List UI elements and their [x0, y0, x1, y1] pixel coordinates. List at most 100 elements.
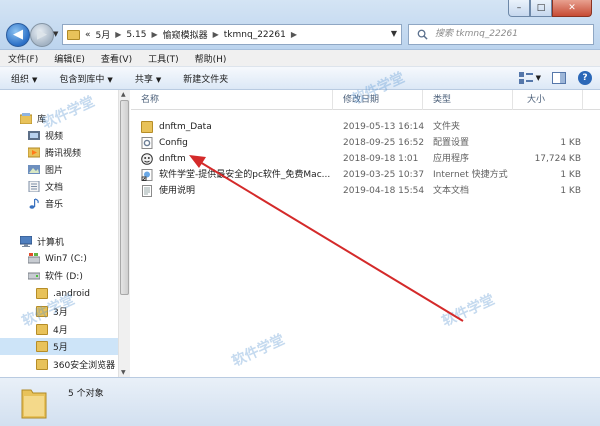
folder-icon [36, 359, 48, 370]
nav-folder-april[interactable]: 4月 [36, 321, 130, 338]
menu-help[interactable]: 帮助(H) [187, 52, 235, 65]
file-list-pane: 名称 修改日期 类型 大小 dnftm_Data 2019-05-13 16:1… [131, 90, 600, 377]
nav-drive-c[interactable]: Win7 (C:) [28, 250, 130, 267]
nav-label: .android [53, 288, 91, 299]
include-in-library-button[interactable]: 包含到库中 ▼ [48, 72, 123, 85]
nav-label: 计算机 [37, 238, 65, 248]
breadcrumb-item[interactable]: 5.15 [126, 30, 146, 40]
breadcrumb-item[interactable]: 愉窥模拟器 [163, 28, 208, 41]
nav-folder-360-browser[interactable]: 360安全浏览器 [36, 356, 130, 373]
search-icon [417, 29, 428, 40]
config-file-icon [141, 137, 153, 149]
folder-icon [67, 29, 80, 40]
nav-item-pictures[interactable]: 图片 [28, 161, 130, 178]
document-library-icon [28, 181, 40, 192]
column-headers: 名称 修改日期 类型 大小 [131, 90, 600, 110]
navigation-scrollbar[interactable]: ▲ ▼ [118, 90, 130, 377]
file-size: 1 KB [560, 170, 581, 180]
minimize-button[interactable]: – [508, 0, 530, 17]
chevron-down-icon: ▼ [107, 75, 113, 84]
share-button[interactable]: 共享 ▼ [124, 72, 172, 85]
nav-label: 视频 [45, 132, 64, 142]
scrollbar-thumb[interactable] [120, 100, 129, 295]
nav-library[interactable]: 库 [20, 110, 130, 127]
column-header-size[interactable]: 大小 [513, 90, 583, 110]
column-header-modified[interactable]: 修改日期 [333, 90, 423, 110]
back-button[interactable]: ◀ [6, 23, 30, 47]
view-dropdown-icon[interactable]: ▼ [536, 74, 541, 82]
file-name: Config [159, 138, 188, 148]
status-bar: 5 个对象 [0, 377, 600, 426]
folder-icon [36, 306, 48, 317]
chevron-right-icon[interactable]: ▶ [213, 30, 219, 39]
address-dropdown-icon[interactable]: ▼ [391, 29, 397, 38]
nav-folder-may[interactable]: 5月 [0, 338, 120, 355]
share-label: 共享 [134, 74, 153, 85]
scroll-down-icon[interactable]: ▼ [121, 369, 126, 376]
address-bar[interactable]: « 5月 ▶ 5.15 ▶ 愉窥模拟器 ▶ tkmnq_22261 ▶ ▼ [62, 24, 402, 45]
search-input[interactable]: 搜索 tkmnq_22261 [408, 24, 594, 45]
folder-icon [36, 324, 48, 335]
nav-label: 5月 [53, 343, 68, 353]
tencent-video-icon [28, 147, 40, 158]
file-name: dnftm [159, 154, 186, 164]
file-row[interactable]: Config 2018-09-25 16:52 配置设置 1 KB [141, 135, 589, 151]
menu-edit[interactable]: 编辑(E) [46, 52, 93, 65]
menu-tools[interactable]: 工具(T) [140, 52, 187, 65]
windows-drive-icon [28, 253, 40, 264]
nav-label: 音乐 [45, 200, 64, 210]
column-header-name[interactable]: 名称 [131, 90, 333, 110]
chevron-right-icon[interactable]: ▶ [115, 30, 121, 39]
maximize-button[interactable]: □ [530, 0, 552, 17]
library-icon [20, 113, 32, 124]
internet-shortcut-icon [141, 169, 153, 181]
file-row[interactable]: 使用说明 2019-04-18 15:54 文本文档 1 KB [141, 183, 589, 199]
breadcrumb-item[interactable]: 5月 [96, 28, 111, 41]
file-type: 文件夹 [433, 122, 461, 132]
nav-label: 腾讯视频 [45, 149, 82, 159]
file-row[interactable]: 软件学堂-提供最安全的pc软件_免费Mac... 2019-03-25 10:3… [141, 167, 589, 183]
column-header-type[interactable]: 类型 [423, 90, 513, 110]
nav-computer[interactable]: 计算机 [20, 233, 130, 250]
scroll-up-icon[interactable]: ▲ [121, 91, 126, 98]
nav-folder-march[interactable]: 3月 [36, 303, 130, 320]
chevron-down-icon: ▼ [155, 75, 162, 84]
new-folder-button[interactable]: 新建文件夹 [172, 72, 239, 85]
menu-view[interactable]: 查看(V) [93, 52, 140, 65]
computer-icon [20, 236, 32, 247]
breadcrumb-item[interactable]: tkmnq_22261 [224, 30, 286, 40]
recent-pages-dropdown[interactable]: ▼ [53, 30, 58, 38]
video-library-icon [28, 131, 40, 140]
file-size [523, 119, 581, 135]
nav-folder-android[interactable]: .android [36, 285, 130, 302]
breadcrumb-overflow[interactable]: « [85, 30, 91, 40]
file-row[interactable]: dnftm_Data 2019-05-13 16:14 文件夹 [141, 119, 589, 135]
file-row[interactable]: dnftm 2018-09-18 1:01 应用程序 17,724 KB [141, 151, 589, 167]
nav-drive-d[interactable]: 软件 (D:) [28, 267, 130, 284]
file-name-cell: 使用说明 [141, 183, 331, 199]
preview-pane-icon[interactable] [551, 72, 566, 85]
nav-item-tencent-video[interactable]: 腾讯视频 [28, 144, 130, 161]
file-type: 应用程序 [433, 154, 470, 164]
help-icon[interactable]: ? [578, 71, 592, 85]
chevron-right-icon[interactable]: ▶ [291, 30, 297, 39]
search-placeholder: 搜索 tkmnq_22261 [435, 29, 518, 39]
nav-item-videos[interactable]: 视频 [28, 127, 130, 144]
file-name-cell: 软件学堂-提供最安全的pc软件_免费Mac... [141, 167, 331, 183]
close-button[interactable]: ✕ [552, 0, 592, 17]
forward-button[interactable]: ▶ [30, 23, 54, 47]
folder-icon [36, 288, 48, 299]
nav-item-music[interactable]: 音乐 [28, 195, 130, 212]
change-view-icon[interactable] [519, 72, 534, 85]
menu-file[interactable]: 文件(F) [0, 52, 46, 65]
file-name-cell: Config [141, 135, 331, 151]
nav-item-documents[interactable]: 文档 [28, 178, 130, 195]
organize-button[interactable]: 组织 ▼ [0, 72, 48, 85]
title-bar: – □ ✕ ◀ ▶ ▼ « 5月 ▶ 5.15 ▶ 愉窥模拟器 ▶ tkmnq_… [0, 0, 600, 50]
file-modified: 2018-09-25 16:52 [343, 138, 425, 148]
application-icon [141, 153, 153, 165]
back-arrow-icon: ◀ [13, 27, 23, 42]
forward-arrow-icon: ▶ [37, 27, 47, 42]
chevron-right-icon[interactable]: ▶ [151, 30, 157, 39]
nav-label: 图片 [45, 166, 64, 176]
